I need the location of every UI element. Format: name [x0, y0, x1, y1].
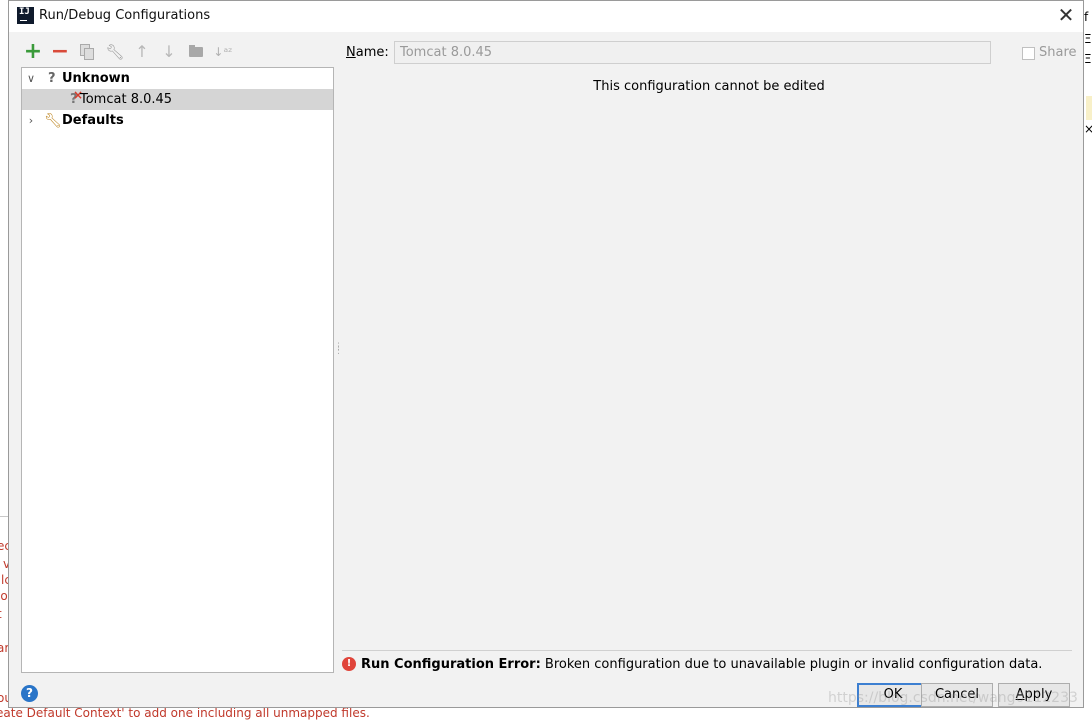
checkbox[interactable]	[1022, 47, 1035, 60]
help-icon[interactable]: ?	[21, 685, 38, 702]
title-bar[interactable]: IJ Run/Debug Configurations ✕	[9, 1, 1083, 32]
config-tree[interactable]: ∨ ? Unknown ? × Tomcat 8.0.45 › 🔧︎ Defaul…	[21, 67, 334, 673]
background-ide-left: ec v lc lo t ar ou	[0, 516, 8, 722]
bg-fragment: ×	[1084, 122, 1092, 136]
bg-fragment: f	[1084, 10, 1089, 24]
tree-item-tomcat[interactable]: ? × Tomcat 8.0.45	[22, 88, 333, 110]
share-label: Share	[1039, 45, 1077, 60]
bg-fragment: ar	[0, 641, 8, 655]
add-icon[interactable]: +	[23, 41, 43, 63]
background-ide-right: f Ξ Ξ ×	[1084, 0, 1092, 722]
broken-config-icon: ? ×	[70, 88, 84, 107]
copy-icon[interactable]	[77, 42, 97, 62]
tree-item-defaults[interactable]: › 🔧︎ Defaults	[22, 110, 333, 131]
divider	[342, 650, 1072, 651]
name-label: Name:	[346, 45, 389, 60]
watermark: https://blog.csdn.net/wang0112233	[828, 690, 1078, 706]
remove-icon[interactable]: −	[50, 41, 70, 63]
bg-fragment: Ξ	[1084, 32, 1092, 46]
intellij-icon: IJ	[17, 7, 34, 24]
chevron-right-icon[interactable]: ›	[25, 110, 37, 131]
error-title: Run Configuration Error:	[361, 657, 541, 672]
bg-fragment: ou	[0, 691, 8, 705]
tree-item-label: Defaults	[62, 113, 124, 128]
no-edit-message: This configuration cannot be edited	[593, 79, 825, 94]
question-icon: ?	[48, 71, 56, 86]
error-icon: !	[342, 657, 356, 671]
sort-icon[interactable]: ↓ᵃᶻ	[213, 42, 233, 62]
chevron-down-icon[interactable]: ∨	[25, 68, 37, 89]
run-debug-dialog: IJ Run/Debug Configurations ✕ + − 🔧︎ ↑ ↓…	[8, 0, 1084, 708]
splitter-handle[interactable]: ⋮ ⋮	[334, 343, 343, 365]
error-detail: Broken configuration due to unavailable …	[544, 657, 1043, 672]
tree-item-label: Tomcat 8.0.45	[80, 92, 173, 107]
name-field[interactable]: Tomcat 8.0.45	[394, 41, 991, 64]
close-icon[interactable]: ✕	[1055, 5, 1077, 27]
bg-fragment: lc	[1, 573, 8, 587]
background-ide-bottom: eate Default Context' to add one includi…	[0, 708, 1092, 722]
bg-fragment: lo	[0, 589, 8, 603]
dialog-title: Run/Debug Configurations	[39, 8, 211, 23]
bg-highlight	[1086, 96, 1092, 120]
bg-fragment: Ξ	[1084, 52, 1092, 66]
move-down-icon[interactable]: ↓	[159, 42, 179, 62]
wrench-icon[interactable]: 🔧︎	[105, 42, 125, 62]
wrench-icon: 🔧︎	[44, 113, 62, 129]
error-message: Run Configuration Error: Broken configur…	[361, 657, 1042, 672]
folder-icon[interactable]	[186, 42, 206, 62]
bg-bottom-text: eate Default Context' to add one includi…	[0, 708, 370, 720]
tree-item-unknown[interactable]: ∨ ? Unknown	[22, 68, 333, 89]
bg-fragment: t	[0, 607, 2, 621]
bg-fragment: ec	[0, 539, 8, 553]
move-up-icon[interactable]: ↑	[132, 42, 152, 62]
